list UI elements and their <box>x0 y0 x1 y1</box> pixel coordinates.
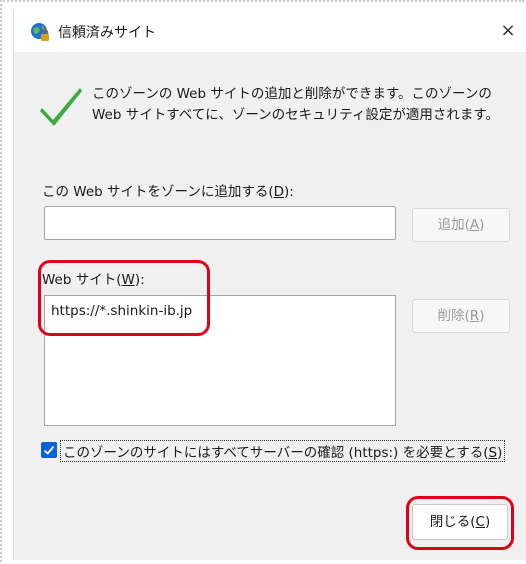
checkmark-icon <box>38 82 84 128</box>
add-site-label: この Web サイトをゾーンに追加する(D): <box>42 184 294 200</box>
close-icon[interactable]: × <box>496 19 520 43</box>
https-checkbox-label[interactable]: このゾーンのサイトにはすべてサーバーの確認 (https:) を必要とする(S) <box>60 440 506 462</box>
globe-lock-icon <box>30 22 50 42</box>
add-button[interactable]: 追加(A) <box>412 208 510 242</box>
add-site-input[interactable] <box>44 206 396 240</box>
remove-button[interactable]: 削除(R) <box>412 299 510 333</box>
title-bar: 信頼済みサイト × <box>14 10 526 52</box>
highlight-websites <box>38 260 210 336</box>
trusted-sites-dialog: 信頼済みサイト × このゾーンの Web サイトの追加と削除ができます。このゾー… <box>13 10 526 560</box>
https-checkbox[interactable] <box>41 442 57 458</box>
info-text: このゾーンの Web サイトの追加と削除ができます。このゾーンの Web サイト… <box>92 86 499 123</box>
highlight-close <box>406 496 514 550</box>
dialog-title: 信頼済みサイト <box>58 25 156 41</box>
